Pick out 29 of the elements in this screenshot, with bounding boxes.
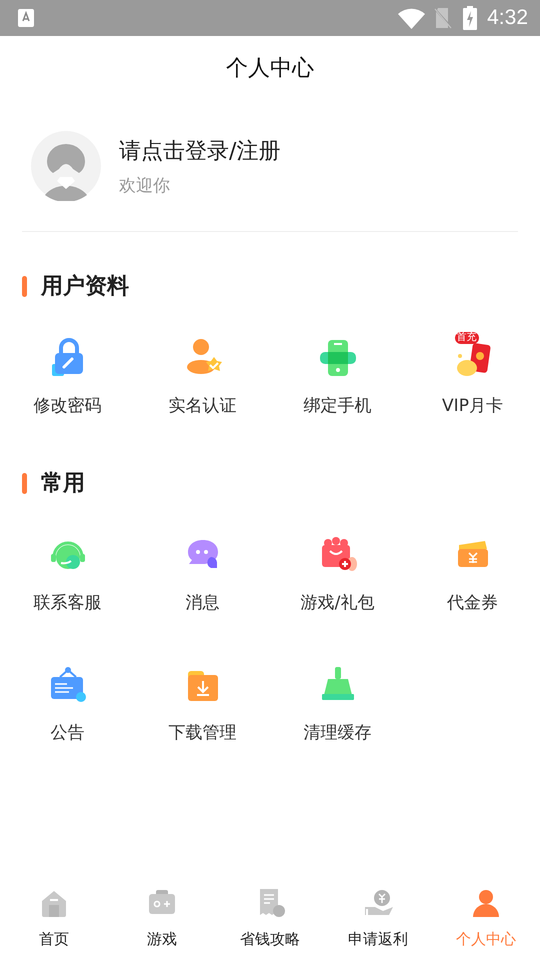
- welcome-text: 欢迎你: [119, 174, 170, 196]
- menu-item[interactable]: 代金券: [405, 531, 540, 613]
- menu-item[interactable]: 修改密码: [0, 334, 135, 416]
- avatar-icon[interactable]: [31, 131, 101, 201]
- menu-item[interactable]: 公告: [0, 661, 135, 743]
- page-title: 个人中心: [226, 55, 314, 83]
- badge-label: 首充: [454, 332, 478, 344]
- clock-time: 4:32: [487, 6, 528, 30]
- battery-icon: [463, 6, 478, 30]
- wifi-icon: [398, 8, 426, 28]
- notification-icon: [18, 9, 34, 27]
- menu-item[interactable]: 实名认证: [135, 334, 270, 416]
- menu-item[interactable]: 首充 VIP月卡: [405, 334, 540, 416]
- section-title: 常用: [41, 470, 85, 498]
- section-accent-bar: [22, 276, 27, 296]
- nav-tab[interactable]: 申请返利: [324, 885, 432, 960]
- menu-item[interactable]: 游戏/礼包: [270, 531, 405, 613]
- menu-item[interactable]: 下载管理: [135, 661, 270, 743]
- section-accent-bar: [22, 472, 27, 494]
- menu-item[interactable]: 消息: [135, 531, 270, 613]
- no-sim-icon: [433, 7, 454, 29]
- login-link[interactable]: 请点击登录/注册: [119, 136, 280, 166]
- menu-item[interactable]: 绑定手机: [270, 334, 405, 416]
- nav-tab[interactable]: 游戏: [108, 885, 216, 960]
- menu-item[interactable]: 联系客服: [0, 531, 135, 613]
- nav-tab[interactable]: 首页: [0, 885, 108, 960]
- section-title: 用户资料: [41, 273, 129, 301]
- nav-tab[interactable]: 省钱攻略: [216, 885, 324, 960]
- menu-item[interactable]: 清理缓存: [270, 661, 405, 743]
